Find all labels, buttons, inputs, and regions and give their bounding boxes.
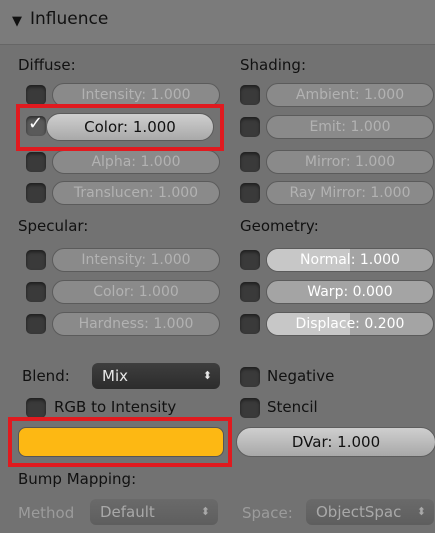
- geometry-normal-slider[interactable]: Normal: 1.000: [266, 248, 434, 272]
- geometry-heading: Geometry:: [240, 217, 319, 235]
- updown-arrows-icon: ⬍: [202, 369, 212, 382]
- geometry-displace-checkbox[interactable]: [240, 314, 260, 334]
- specular-hardness-slider[interactable]: Hardness: 1.000: [52, 312, 220, 336]
- influence-panel: ▼ Influence Diffuse: Shading: Intensity:…: [0, 0, 435, 533]
- blend-value: Mix: [102, 367, 128, 385]
- specular-color-slider[interactable]: Color: 1.000: [52, 280, 220, 304]
- blend-label: Blend:: [22, 367, 70, 385]
- specular-intensity-slider[interactable]: Intensity: 1.000: [52, 248, 220, 272]
- diffuse-heading: Diffuse:: [18, 56, 76, 74]
- disclosure-triangle-icon[interactable]: ▼: [12, 14, 22, 29]
- shading-ray-mirror-checkbox[interactable]: [240, 183, 260, 203]
- diffuse-translucency-slider[interactable]: Translucen: 1.000: [52, 181, 220, 205]
- stencil-checkbox[interactable]: [240, 398, 260, 418]
- geometry-normal-checkbox[interactable]: [240, 250, 260, 270]
- diffuse-intensity-checkbox[interactable]: [26, 85, 46, 105]
- dvar-label: DVar: 1.000: [291, 433, 381, 451]
- shading-heading: Shading:: [240, 56, 306, 74]
- specular-intensity-checkbox[interactable]: [26, 250, 46, 270]
- shading-emit-checkbox[interactable]: [240, 117, 260, 137]
- rgb-to-intensity-checkbox[interactable]: [26, 398, 46, 418]
- geometry-displace-slider[interactable]: Displace: 0.200: [266, 312, 434, 336]
- shading-mirror-slider[interactable]: Mirror: 1.000: [266, 150, 434, 174]
- diffuse-alpha-slider[interactable]: Alpha: 1.000: [52, 150, 220, 174]
- negative-checkbox[interactable]: [240, 367, 260, 387]
- space-value: ObjectSpac: [316, 503, 402, 521]
- method-value: Default: [100, 503, 155, 521]
- space-dropdown[interactable]: ObjectSpac ⬍: [306, 499, 434, 525]
- dvar-slider[interactable]: DVar: 1.000: [236, 427, 435, 457]
- geometry-warp-checkbox[interactable]: [240, 282, 260, 302]
- space-label: Space:: [242, 504, 293, 522]
- specular-heading: Specular:: [18, 217, 89, 235]
- highlight-box-swatch: [8, 417, 232, 467]
- blend-dropdown[interactable]: Mix ⬍: [92, 363, 220, 389]
- geometry-warp-slider[interactable]: Warp: 0.000: [266, 280, 434, 304]
- panel-title: Influence: [30, 9, 109, 29]
- specular-hardness-checkbox[interactable]: [26, 314, 46, 334]
- updown-arrows-icon: ⬍: [416, 505, 426, 518]
- diffuse-alpha-checkbox[interactable]: [26, 152, 46, 172]
- shading-ambient-checkbox[interactable]: [240, 85, 260, 105]
- shading-mirror-checkbox[interactable]: [240, 152, 260, 172]
- shading-ambient-slider[interactable]: Ambient: 1.000: [266, 83, 434, 107]
- rgb-to-intensity-label: RGB to Intensity: [54, 398, 177, 416]
- bump-mapping-heading: Bump Mapping:: [18, 470, 137, 488]
- panel-header[interactable]: ▼ Influence: [0, 0, 435, 45]
- specular-color-checkbox[interactable]: [26, 282, 46, 302]
- highlight-box-color: [16, 104, 224, 151]
- method-label: Method: [18, 504, 75, 522]
- diffuse-translucency-checkbox[interactable]: [26, 183, 46, 203]
- negative-label: Negative: [267, 367, 335, 385]
- shading-ray-mirror-slider[interactable]: Ray Mirror: 1.000: [266, 181, 434, 205]
- method-dropdown[interactable]: Default ⬍: [90, 499, 218, 525]
- shading-emit-slider[interactable]: Emit: 1.000: [266, 115, 434, 139]
- stencil-label: Stencil: [267, 398, 318, 416]
- updown-arrows-icon: ⬍: [200, 505, 210, 518]
